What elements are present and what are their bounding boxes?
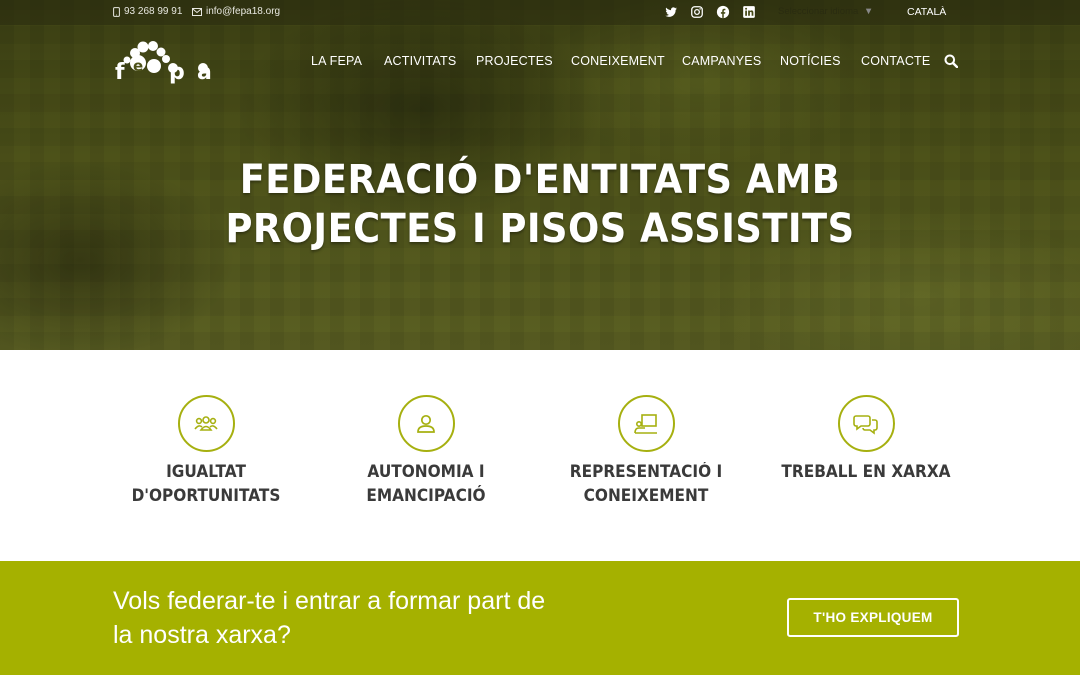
hero-banner: 93 268 99 91 info@fepa18.org Seleccionar… [0,0,1080,350]
feature-label: REPRESENTACIÓ I CONEIXEMENT [544,460,749,508]
top-bar: 93 268 99 91 info@fepa18.org Seleccionar… [0,0,1080,25]
phone-link[interactable]: 93 268 99 91 [113,6,182,17]
instagram-icon[interactable] [690,5,704,19]
feature-label-line-1: IGUALTAT [166,462,246,481]
feature-representacio: REPRESENTACIÓ I CONEIXEMENT [536,395,756,508]
chevron-down-icon: ▼ [863,6,874,17]
language-selector-label: Seleccionar idioma [778,6,859,17]
hero-title-line-1: FEDERACIÓ D'ENTITATS AMB [239,157,841,203]
search-icon[interactable] [944,54,959,69]
facebook-icon[interactable] [716,5,730,19]
social-links [664,5,756,19]
nav-item-coneixement[interactable]: CONEIXEMENT [571,54,665,68]
feature-icon-ring [837,395,895,452]
nav-item-noticies[interactable]: NOTÍCIES [780,54,841,68]
hero-title: FEDERACIÓ D'ENTITATS AMB PROJECTES I PIS… [43,156,1037,254]
user-icon [417,414,435,433]
feature-label-line-2: D'OPORTUNITATS [131,486,281,505]
nav-item-la-fepa[interactable]: LA FEPA [311,54,362,68]
feature-igualtat: IGUALTAT D'OPORTUNITATS [96,395,316,508]
feature-autonomia: AUTONOMIA I EMANCIPACIÓ [316,395,536,508]
explain-button[interactable]: T'HO EXPLIQUEM [787,598,959,637]
feature-label-line-2: CONEIXEMENT [583,486,709,505]
linkedin-icon[interactable] [742,5,756,19]
feature-label-line-1: REPRESENTACIÓ I [569,462,723,481]
hero-title-line-2: PROJECTES I PISOS ASSISTITS [225,206,855,252]
main-nav: LA FEPA ACTIVITATS PROJECTES CONEIXEMENT… [0,54,1080,70]
current-language-link[interactable]: CATALÀ [907,6,946,18]
language-selector[interactable]: Seleccionar idioma ▼ [778,6,873,17]
chat-icon [853,414,878,435]
feature-label: IGUALTAT D'OPORTUNITATS [104,460,309,508]
feature-label-line-2: EMANCIPACIÓ [366,486,486,505]
cta-text-line-2: la nostra xarxa? [113,621,291,649]
feature-label: TREBALL EN XARXA [764,460,969,484]
feature-treball-en-xarxa: TREBALL EN XARXA [756,395,976,484]
group-icon [194,415,218,431]
envelope-icon [192,7,202,16]
phone-number: 93 268 99 91 [124,6,183,17]
nav-item-campanyes[interactable]: CAMPANYES [682,54,761,68]
presentation-icon [634,413,657,434]
feature-icon-ring [617,395,675,452]
email-link[interactable]: info@fepa18.org [192,6,280,17]
cta-text-line-1: Vols federar-te i entrar a formar part d… [113,587,546,615]
nav-item-projectes[interactable]: PROJECTES [476,54,553,68]
feature-icon-ring [397,395,455,452]
nav-item-contacte[interactable]: CONTACTE [861,54,930,68]
join-cta-banner: Vols federar-te i entrar a formar part d… [0,561,1080,675]
feature-label: AUTONOMIA I EMANCIPACIÓ [324,460,529,508]
feature-label-line-1: AUTONOMIA I [367,462,485,481]
twitter-icon[interactable] [664,5,678,19]
feature-label-line-1: TREBALL EN XARXA [781,462,951,481]
cta-text: Vols federar-te i entrar a formar part d… [113,584,613,652]
email-address: info@fepa18.org [206,6,281,17]
nav-item-activitats[interactable]: ACTIVITATS [384,54,456,68]
feature-icon-ring [177,395,235,452]
mobile-phone-icon [113,6,120,17]
